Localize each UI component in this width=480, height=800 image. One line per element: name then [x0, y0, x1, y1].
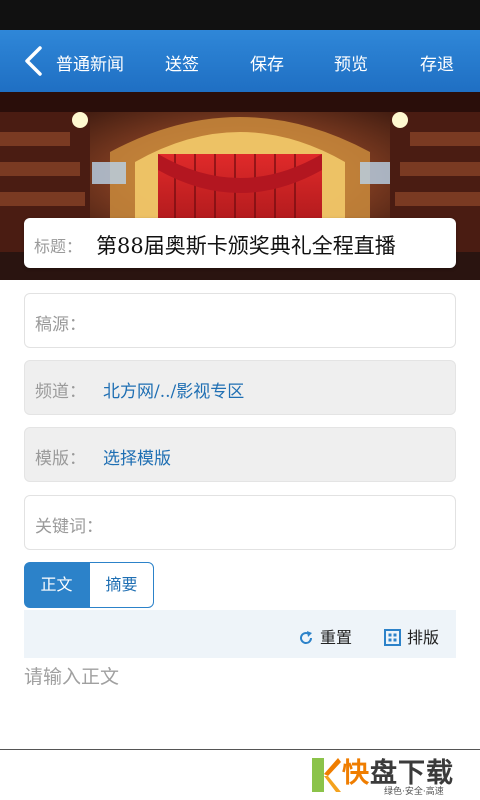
channel-field[interactable]: 频道： 北方网/../影视专区 [24, 360, 456, 415]
page-title: 普通新闻 [56, 55, 124, 75]
app-header: 普通新闻 送签 保存 预览 存退 [0, 30, 480, 92]
back-arrow-icon[interactable] [20, 46, 50, 76]
refresh-icon [300, 631, 313, 644]
template-field[interactable]: 模版： 选择模版 [24, 427, 456, 482]
title-input-value[interactable]: 第88届奥斯卡颁奖典礼全程直播 [96, 230, 396, 260]
watermark-slogan: 绿色·安全·高速 [384, 787, 444, 797]
layout-icon [384, 629, 401, 646]
tab-body[interactable]: 正文 [24, 562, 89, 608]
send-sign-button[interactable]: 送签 [165, 50, 199, 75]
keywords-label: 关键词： [35, 517, 103, 537]
reset-button[interactable]: 重置 [298, 624, 352, 648]
keywords-field[interactable]: 关键词： [24, 495, 456, 550]
preview-button[interactable]: 预览 [334, 50, 368, 75]
title-label: 标题： [34, 237, 83, 256]
save-exit-button[interactable]: 存退 [420, 50, 454, 75]
status-bar [0, 0, 480, 30]
source-field[interactable]: 稿源： [24, 293, 456, 348]
channel-label: 频道： [35, 382, 86, 402]
title-field[interactable]: 标题： 第88届奥斯卡颁奖典礼全程直播 [24, 218, 456, 268]
source-label: 稿源： [35, 315, 86, 335]
layout-label: 排版 [407, 628, 440, 647]
tab-summary[interactable]: 摘要 [89, 562, 154, 608]
layout-button[interactable]: 排版 [384, 624, 439, 648]
body-editor[interactable]: 请输入正文 [24, 662, 119, 689]
reset-label: 重置 [320, 628, 353, 647]
channel-value[interactable]: 北方网/../影视专区 [103, 377, 244, 402]
save-button[interactable]: 保存 [250, 50, 284, 75]
editor-toolbar: 重置 排版 [24, 610, 456, 658]
watermark-logo: 快盘下载 绿色·安全·高速 [306, 750, 480, 800]
template-label: 模版： [35, 449, 86, 469]
template-select[interactable]: 选择模版 [103, 444, 171, 469]
k-logo-icon [312, 758, 341, 792]
